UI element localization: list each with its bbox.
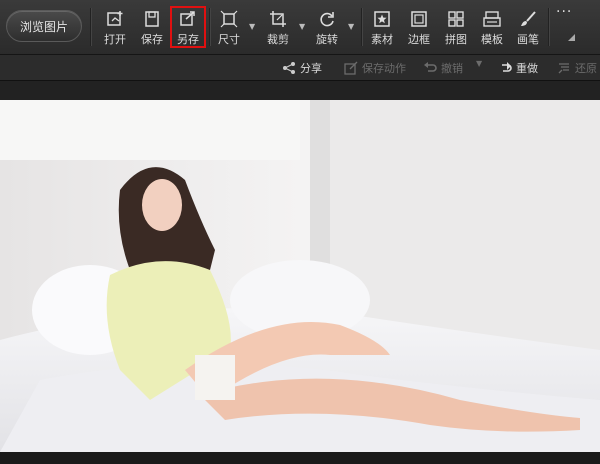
redo-label: 重做	[516, 62, 538, 75]
undo-history-caret-icon[interactable]: ▼	[476, 59, 482, 68]
open-icon	[107, 11, 123, 26]
collage-label: 拼图	[445, 33, 467, 46]
undo-button[interactable]: 撤销	[423, 60, 463, 76]
redo-icon	[502, 62, 512, 72]
toolbar-divider	[361, 8, 362, 46]
crop-dropdown-caret-icon[interactable]: ▼	[299, 22, 305, 31]
action-bar: 分享 保存动作 撤销 ▼ 重做 还原	[0, 55, 600, 81]
save-button[interactable]: 保存	[136, 6, 168, 48]
open-button[interactable]: 打开	[99, 6, 131, 48]
collage-button[interactable]: 拼图	[440, 6, 472, 48]
rotate-label: 旋转	[316, 33, 338, 46]
share-button[interactable]: 分享	[282, 60, 322, 76]
template-button[interactable]: 模板	[476, 6, 508, 48]
undo-label: 撤销	[441, 62, 463, 75]
frame-icon	[411, 11, 427, 27]
brush-button[interactable]: 画笔	[512, 6, 544, 48]
open-label: 打开	[104, 33, 126, 46]
restore-icon	[558, 63, 569, 74]
frame-label: 边框	[408, 33, 430, 46]
toolbar-divider	[90, 8, 91, 46]
crop-button[interactable]: 裁剪	[262, 6, 294, 48]
canvas-top-strip	[0, 81, 600, 100]
expand-corner-icon[interactable]	[568, 34, 575, 41]
resize-dropdown-caret-icon[interactable]: ▼	[249, 22, 255, 31]
save-as-highlight-box	[170, 6, 206, 48]
restore-label: 还原	[575, 62, 597, 75]
rotate-button[interactable]: 旋转	[311, 6, 343, 48]
restore-button[interactable]: 还原	[557, 60, 597, 76]
frame-button[interactable]: 边框	[403, 6, 435, 48]
redo-button[interactable]: 重做	[498, 60, 538, 76]
more-options-icon[interactable]: ···	[556, 4, 572, 20]
template-label: 模板	[481, 33, 503, 46]
photo-image	[0, 100, 600, 452]
collage-icon	[448, 11, 464, 27]
photo-canvas	[0, 100, 600, 452]
sticker-button[interactable]: 素材	[366, 6, 398, 48]
toolbar-divider	[209, 8, 210, 46]
template-icon	[483, 11, 501, 27]
save-action-label: 保存动作	[362, 62, 406, 75]
browse-images-button[interactable]: 浏览图片	[6, 10, 82, 42]
save-icon	[145, 11, 159, 27]
brush-label: 画笔	[517, 33, 539, 46]
save-action-icon	[344, 61, 358, 75]
save-action-button[interactable]: 保存动作	[344, 60, 406, 76]
bottom-edge	[0, 452, 600, 464]
sticker-label: 素材	[371, 33, 393, 46]
crop-label: 裁剪	[267, 33, 289, 46]
sticker-icon	[374, 11, 390, 27]
brush-icon	[521, 11, 536, 26]
rotate-dropdown-caret-icon[interactable]: ▼	[348, 22, 354, 31]
share-icon	[283, 62, 295, 74]
resize-icon	[220, 10, 238, 28]
toolbar-divider	[548, 8, 549, 46]
resize-button[interactable]: 尺寸	[213, 6, 245, 48]
resize-label: 尺寸	[218, 33, 240, 46]
crop-icon	[270, 11, 286, 27]
save-label: 保存	[141, 33, 163, 46]
main-toolbar: 浏览图片 打开 保存 另存 尺寸 ▼ 裁剪 ▼ 旋转 ▼ 素材 边框 拼图 模板…	[0, 0, 600, 55]
share-label: 分享	[300, 62, 322, 75]
undo-icon	[424, 62, 437, 72]
rotate-icon	[320, 12, 334, 27]
